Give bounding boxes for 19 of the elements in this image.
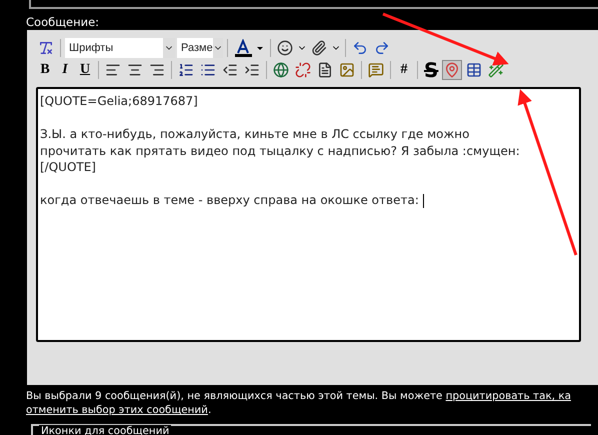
globe-icon[interactable] bbox=[271, 60, 291, 80]
notice-text: Вы выбрали 9 сообщения(й), не являющихся частью этой темы. Вы можете процитировать так, ка отменить выбор этих сообщений. bbox=[26, 389, 572, 417]
smiley-icon[interactable] bbox=[275, 38, 295, 58]
format-button[interactable]: U bbox=[76, 60, 94, 80]
font-color-button[interactable] bbox=[232, 38, 266, 58]
input-field[interactable] bbox=[29, 0, 598, 9]
message-field[interactable]: [QUOTE=Gelia;68917687] З.Ы. а кто-нибудь, пожалуйста, киньте мне в ЛС ссылку где можно прочитать как прятать видео под тыцалку с надписью? Я забыла :смущен: [/QUOTE] когда отвечаешь в теме - вверху справа на окошке ответа: bbox=[36, 87, 581, 342]
code-button[interactable]: # bbox=[395, 60, 413, 80]
font-color-icon bbox=[234, 39, 264, 57]
map-pin-button[interactable] bbox=[442, 60, 462, 80]
format-button[interactable]: B bbox=[36, 60, 54, 80]
strike-button[interactable]: S bbox=[422, 60, 440, 80]
section-label: Сообщение: bbox=[26, 15, 100, 30]
format-button[interactable]: I bbox=[56, 60, 74, 80]
font-select[interactable]: Шрифты bbox=[65, 38, 175, 58]
quote-link[interactable]: процитировать так, ка bbox=[446, 390, 571, 402]
cancel-link[interactable]: отменить выбор этих сообщений bbox=[26, 404, 208, 416]
unlink-icon[interactable] bbox=[293, 60, 313, 80]
size-select[interactable]: Разме bbox=[177, 38, 223, 58]
